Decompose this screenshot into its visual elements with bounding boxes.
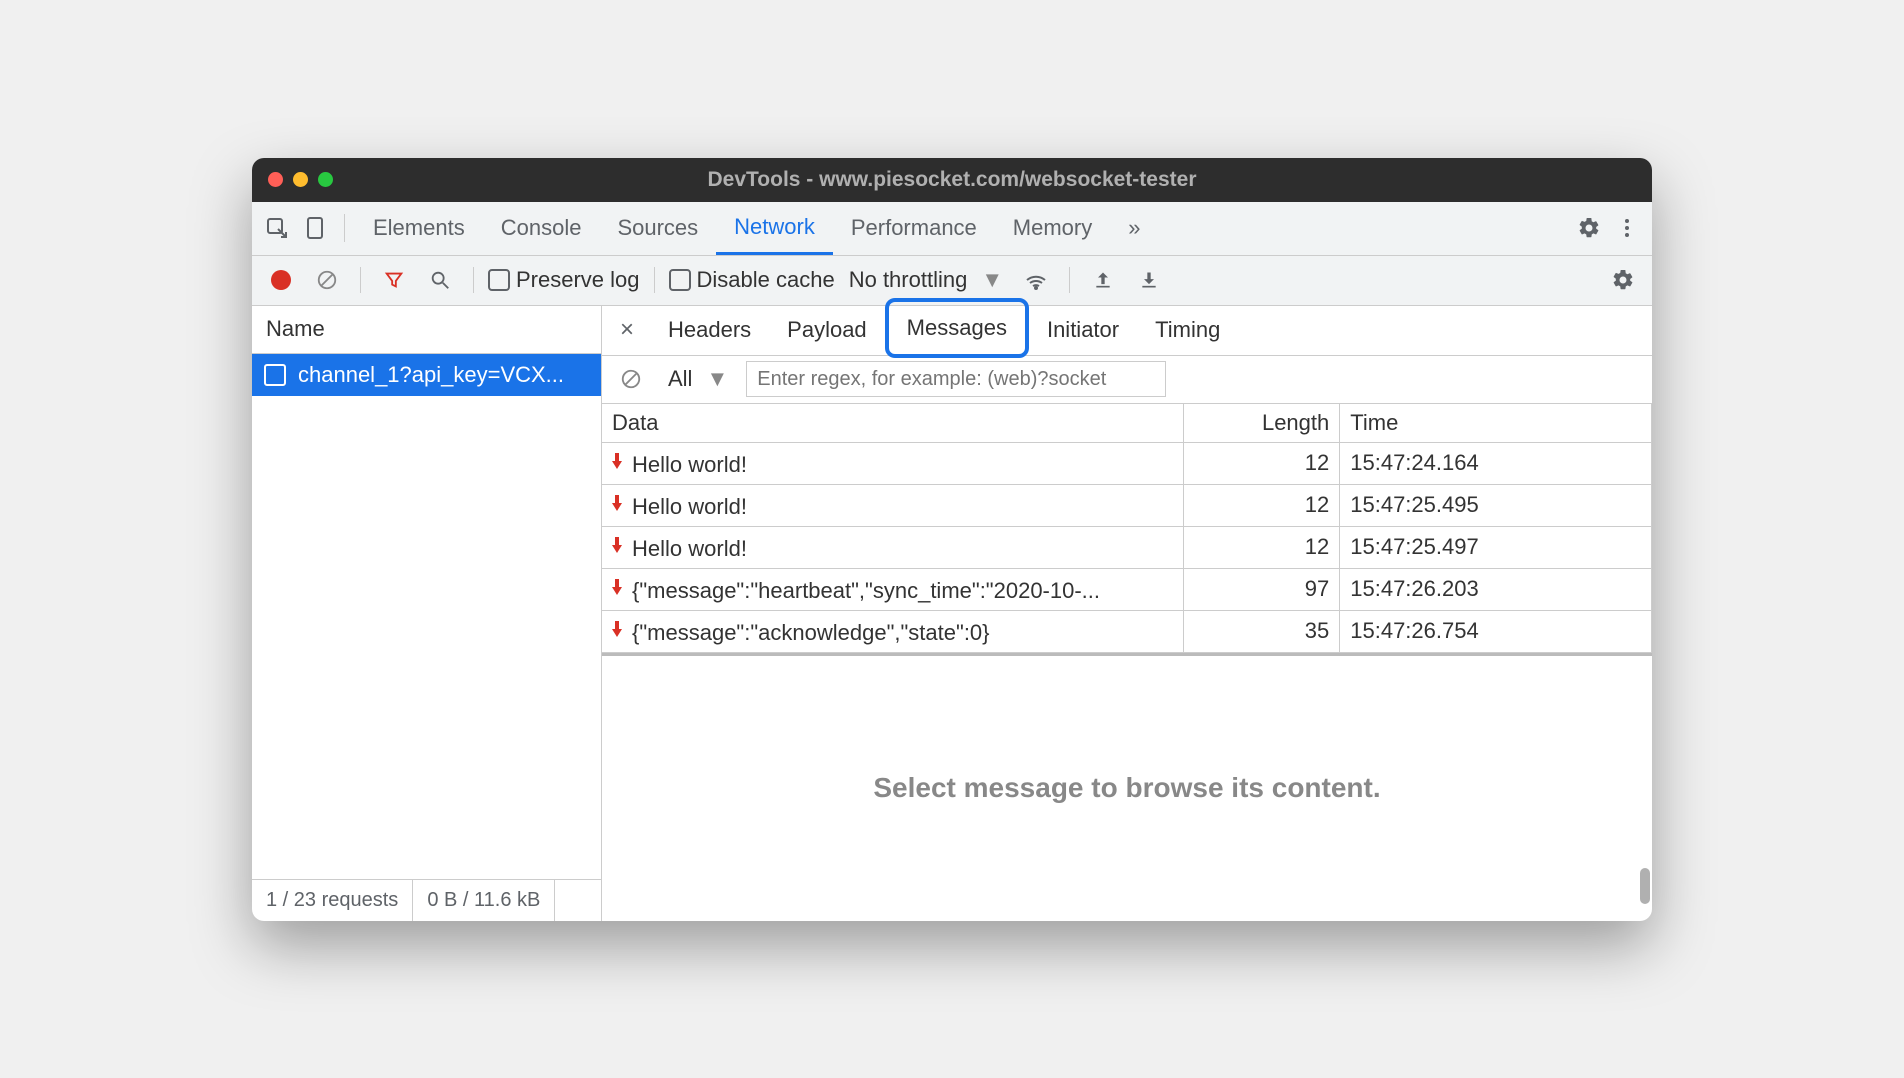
minimize-window-icon[interactable]: [293, 172, 308, 187]
search-icon[interactable]: [421, 261, 459, 299]
message-row[interactable]: Hello world! 1215:47:24.164: [602, 442, 1652, 484]
message-length: 97: [1184, 568, 1340, 610]
sidebar-header-name[interactable]: Name: [252, 306, 601, 354]
column-length[interactable]: Length: [1184, 404, 1340, 443]
tab-network[interactable]: Network: [716, 202, 833, 255]
message-time: 15:47:25.495: [1340, 484, 1652, 526]
message-row[interactable]: {"message":"heartbeat","sync_time":"2020…: [602, 568, 1652, 610]
detail-tab-payload[interactable]: Payload: [769, 306, 885, 355]
tab-performance[interactable]: Performance: [833, 202, 995, 255]
incoming-icon: [612, 461, 622, 469]
sidebar-footer: 1 / 23 requests 0 B / 11.6 kB: [252, 879, 601, 921]
message-data: Hello world!: [632, 452, 747, 478]
messages-filterbar: All ▼: [602, 356, 1652, 404]
tab-memory[interactable]: Memory: [995, 202, 1110, 255]
incoming-icon: [612, 545, 622, 553]
settings-icon[interactable]: [1570, 209, 1608, 247]
column-data[interactable]: Data: [602, 404, 1184, 443]
message-time: 15:47:25.497: [1340, 526, 1652, 568]
message-placeholder: Select message to browse its content.: [602, 653, 1652, 921]
message-row[interactable]: Hello world! 1215:47:25.497: [602, 526, 1652, 568]
incoming-icon: [612, 503, 622, 511]
detail-tab-timing[interactable]: Timing: [1137, 306, 1238, 355]
tab-sources[interactable]: Sources: [599, 202, 716, 255]
scrollbar-thumb[interactable]: [1640, 868, 1650, 904]
request-name: channel_1?api_key=VCX...: [298, 362, 564, 388]
message-time: 15:47:26.754: [1340, 610, 1652, 652]
tab-console[interactable]: Console: [483, 202, 600, 255]
requests-count: 1 / 23 requests: [252, 880, 413, 921]
clear-messages-icon[interactable]: [612, 360, 650, 398]
close-detail-icon[interactable]: ×: [608, 311, 646, 349]
message-data: {"message":"acknowledge","state":0}: [632, 620, 990, 646]
clear-icon[interactable]: [308, 261, 346, 299]
message-data: Hello world!: [632, 536, 747, 562]
inspect-element-icon[interactable]: [258, 209, 296, 247]
content-area: Name channel_1?api_key=VCX... 1 / 23 req…: [252, 306, 1652, 921]
devtools-window: DevTools - www.piesocket.com/websocket-t…: [252, 158, 1652, 921]
record-button[interactable]: [262, 261, 300, 299]
titlebar: DevTools - www.piesocket.com/websocket-t…: [252, 158, 1652, 202]
tab-elements[interactable]: Elements: [355, 202, 483, 255]
traffic-lights: [268, 172, 333, 187]
message-type-filter[interactable]: All ▼: [662, 366, 734, 392]
more-tabs-icon[interactable]: »: [1110, 202, 1158, 255]
regex-filter-input[interactable]: [746, 361, 1166, 397]
window-title: DevTools - www.piesocket.com/websocket-t…: [708, 168, 1197, 192]
message-length: 35: [1184, 610, 1340, 652]
message-time: 15:47:26.203: [1340, 568, 1652, 610]
detail-panel: × HeadersPayloadMessagesInitiatorTiming …: [602, 306, 1652, 921]
message-data: Hello world!: [632, 494, 747, 520]
incoming-icon: [612, 629, 622, 637]
kebab-menu-icon[interactable]: [1608, 209, 1646, 247]
network-conditions-icon[interactable]: [1017, 261, 1055, 299]
incoming-icon: [612, 587, 622, 595]
detail-tabbar: × HeadersPayloadMessagesInitiatorTiming: [602, 306, 1652, 356]
message-data: {"message":"heartbeat","sync_time":"2020…: [632, 578, 1100, 604]
close-window-icon[interactable]: [268, 172, 283, 187]
messages-table: Data Length Time Hello world! 1215:47:24.…: [602, 404, 1652, 653]
column-time[interactable]: Time: [1340, 404, 1652, 443]
requests-sidebar: Name channel_1?api_key=VCX... 1 / 23 req…: [252, 306, 602, 921]
message-length: 12: [1184, 484, 1340, 526]
panel-settings-icon[interactable]: [1604, 261, 1642, 299]
throttling-select[interactable]: No throttling ▼: [843, 267, 1009, 293]
device-toolbar-icon[interactable]: [296, 209, 334, 247]
transfer-size: 0 B / 11.6 kB: [413, 880, 555, 921]
detail-tab-initiator[interactable]: Initiator: [1029, 306, 1137, 355]
message-row[interactable]: {"message":"acknowledge","state":0} 3515:…: [602, 610, 1652, 652]
detail-tab-messages[interactable]: Messages: [885, 298, 1029, 358]
disable-cache-checkbox[interactable]: Disable cache: [669, 267, 835, 293]
message-row[interactable]: Hello world! 1215:47:25.495: [602, 484, 1652, 526]
request-row[interactable]: channel_1?api_key=VCX...: [252, 354, 601, 396]
upload-har-icon[interactable]: [1084, 261, 1122, 299]
message-time: 15:47:24.164: [1340, 442, 1652, 484]
message-length: 12: [1184, 442, 1340, 484]
download-har-icon[interactable]: [1130, 261, 1168, 299]
maximize-window-icon[interactable]: [318, 172, 333, 187]
main-tabbar: ElementsConsoleSourcesNetworkPerformance…: [252, 202, 1652, 256]
filter-icon[interactable]: [375, 261, 413, 299]
detail-tab-headers[interactable]: Headers: [650, 306, 769, 355]
websocket-icon: [264, 364, 286, 386]
preserve-log-checkbox[interactable]: Preserve log: [488, 267, 640, 293]
message-length: 12: [1184, 526, 1340, 568]
